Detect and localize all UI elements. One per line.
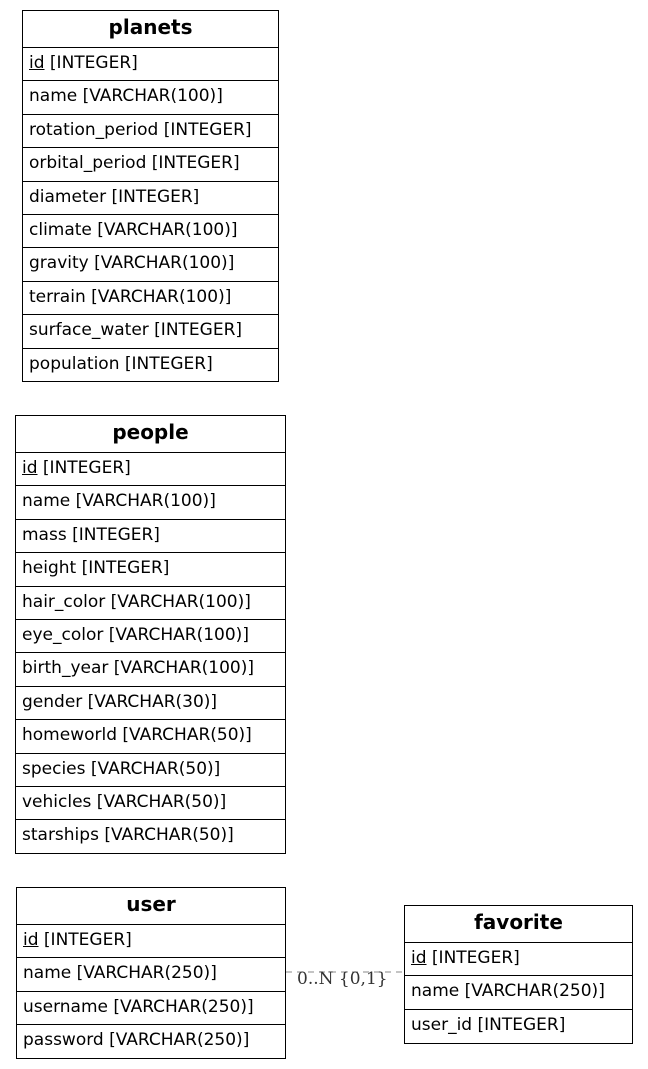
field-row: mass [INTEGER]	[16, 520, 285, 554]
primary-key-name: id	[23, 930, 39, 950]
entity-title: user	[17, 888, 285, 925]
primary-key-name: id	[29, 53, 45, 73]
entity-title: planets	[23, 11, 278, 48]
field-row: name [VARCHAR(250)]	[17, 958, 285, 992]
entity-planets: planets id [INTEGER] name [VARCHAR(100)]…	[22, 10, 279, 382]
primary-key-type: [INTEGER]	[426, 948, 520, 968]
primary-key-name: id	[22, 458, 38, 478]
field-row: diameter [INTEGER]	[23, 182, 278, 215]
entity-title: favorite	[405, 906, 632, 943]
entity-people: people id [INTEGER] name [VARCHAR(100)] …	[15, 415, 286, 854]
field-row: homeworld [VARCHAR(50)]	[16, 720, 285, 754]
field-row: hair_color [VARCHAR(100)]	[16, 587, 285, 620]
relationship-cardinality-label: 0..N {0,1}	[297, 969, 388, 989]
field-row: password [VARCHAR(250)]	[23, 1030, 250, 1051]
primary-key-row: id [INTEGER]	[405, 943, 632, 977]
primary-key-row: id [INTEGER]	[17, 925, 285, 959]
field-row: rotation_period [INTEGER]	[23, 115, 278, 149]
field-row: gravity [VARCHAR(100)]	[23, 248, 278, 282]
entity-user: user id [INTEGER] name [VARCHAR(250)] us…	[16, 887, 286, 1059]
field-row: name [VARCHAR(250)]	[405, 976, 632, 1010]
field-row: population [INTEGER]	[29, 353, 213, 374]
field-row: user_id [INTEGER]	[411, 1014, 566, 1035]
primary-key-type: [INTEGER]	[44, 53, 138, 73]
field-row: gender [VARCHAR(30)]	[16, 687, 285, 721]
field-row: height [INTEGER]	[16, 553, 285, 587]
field-row: vehicles [VARCHAR(50)]	[16, 787, 285, 821]
primary-key-row: id [INTEGER]	[16, 453, 285, 487]
primary-key-type: [INTEGER]	[37, 458, 131, 478]
field-row: name [VARCHAR(100)]	[23, 81, 278, 115]
entity-favorite: favorite id [INTEGER] name [VARCHAR(250)…	[404, 905, 633, 1044]
field-row: eye_color [VARCHAR(100)]	[16, 620, 285, 654]
field-row: username [VARCHAR(250)]	[17, 992, 285, 1026]
field-row: climate [VARCHAR(100)]	[23, 215, 278, 249]
field-row: orbital_period [INTEGER]	[23, 148, 278, 182]
field-row: species [VARCHAR(50)]	[16, 754, 285, 787]
primary-key-row: id [INTEGER]	[23, 48, 278, 82]
primary-key-name: id	[411, 948, 427, 968]
field-row: name [VARCHAR(100)]	[16, 486, 285, 520]
field-row: starships [VARCHAR(50)]	[22, 825, 234, 846]
entity-title: people	[16, 416, 285, 453]
field-row: birth_year [VARCHAR(100)]	[16, 653, 285, 687]
field-row: terrain [VARCHAR(100)]	[23, 282, 278, 316]
primary-key-type: [INTEGER]	[38, 930, 132, 950]
field-row: surface_water [INTEGER]	[23, 315, 278, 349]
